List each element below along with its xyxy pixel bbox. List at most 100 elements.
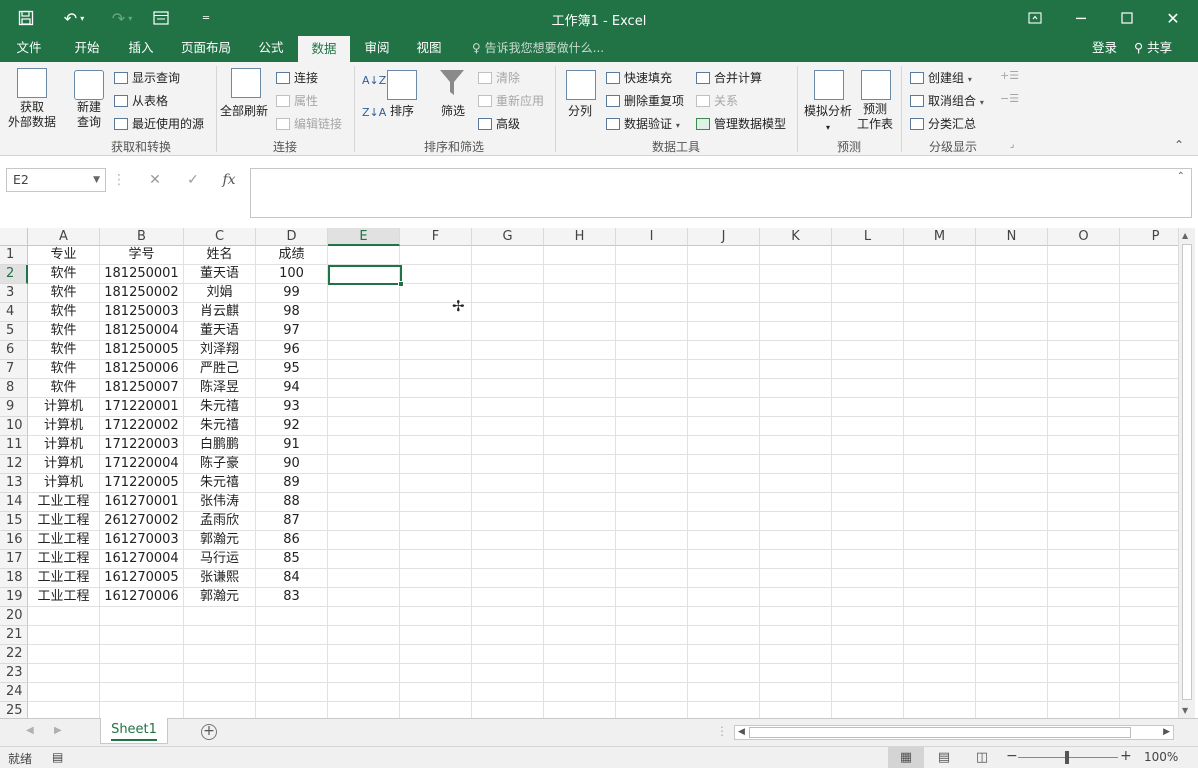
insert-function-icon[interactable]: fx [214, 168, 244, 192]
cell-o19[interactable] [1048, 588, 1120, 607]
cell-h24[interactable] [544, 683, 616, 702]
cell-o4[interactable] [1048, 303, 1120, 322]
cell-c13[interactable]: 朱元禧 [184, 474, 256, 493]
cell-f15[interactable] [400, 512, 472, 531]
cell-c11[interactable]: 白鹏鹏 [184, 436, 256, 455]
tab-data[interactable]: 数据 [298, 36, 350, 62]
cell-e24[interactable] [328, 683, 400, 702]
cell-b8[interactable]: 181250007 [100, 379, 184, 398]
cell-p14[interactable] [1120, 493, 1178, 512]
cell-k22[interactable] [760, 645, 832, 664]
cell-e18[interactable] [328, 569, 400, 588]
cell-h16[interactable] [544, 531, 616, 550]
cell-c25[interactable] [184, 702, 256, 718]
cell-o10[interactable] [1048, 417, 1120, 436]
cell-a3[interactable]: 软件 [28, 284, 100, 303]
cell-b9[interactable]: 171220001 [100, 398, 184, 417]
show-detail-icon[interactable]: +☰ [1000, 69, 1019, 82]
cell-d11[interactable]: 91 [256, 436, 328, 455]
cell-a8[interactable]: 软件 [28, 379, 100, 398]
column-header-m[interactable]: M [904, 228, 976, 246]
cell-k14[interactable] [760, 493, 832, 512]
cell-l19[interactable] [832, 588, 904, 607]
cell-i2[interactable] [616, 265, 688, 284]
sheet-tab-sheet1[interactable]: Sheet1 [100, 718, 168, 744]
cell-f16[interactable] [400, 531, 472, 550]
cell-n18[interactable] [976, 569, 1048, 588]
cell-f14[interactable] [400, 493, 472, 512]
cell-a22[interactable] [28, 645, 100, 664]
login-link[interactable]: 登录 [1092, 36, 1117, 60]
fill-handle[interactable] [398, 281, 404, 287]
cell-l23[interactable] [832, 664, 904, 683]
tell-me-box[interactable]: ♀ 告诉我您想要做什么... [472, 36, 604, 60]
cell-e23[interactable] [328, 664, 400, 683]
cell-n24[interactable] [976, 683, 1048, 702]
cell-n1[interactable] [976, 246, 1048, 265]
cell-g23[interactable] [472, 664, 544, 683]
cell-c12[interactable]: 陈子豪 [184, 455, 256, 474]
cell-o8[interactable] [1048, 379, 1120, 398]
cell-h15[interactable] [544, 512, 616, 531]
ungroup-button[interactable]: 取消组合 ▾ [910, 92, 984, 109]
cell-k6[interactable] [760, 341, 832, 360]
cell-i11[interactable] [616, 436, 688, 455]
cell-e9[interactable] [328, 398, 400, 417]
cell-a17[interactable]: 工业工程 [28, 550, 100, 569]
cell-p6[interactable] [1120, 341, 1178, 360]
cell-k1[interactable] [760, 246, 832, 265]
cell-a18[interactable]: 工业工程 [28, 569, 100, 588]
cell-d25[interactable] [256, 702, 328, 718]
cell-m1[interactable] [904, 246, 976, 265]
cell-p7[interactable] [1120, 360, 1178, 379]
cell-f25[interactable] [400, 702, 472, 718]
cell-c17[interactable]: 马行运 [184, 550, 256, 569]
cell-p11[interactable] [1120, 436, 1178, 455]
column-header-g[interactable]: G [472, 228, 544, 246]
cell-p16[interactable] [1120, 531, 1178, 550]
cell-j20[interactable] [688, 607, 760, 626]
cell-o23[interactable] [1048, 664, 1120, 683]
cell-b19[interactable]: 161270006 [100, 588, 184, 607]
cell-j8[interactable] [688, 379, 760, 398]
sort-asc-icon[interactable]: A↓Z [362, 74, 386, 87]
cell-l1[interactable] [832, 246, 904, 265]
cell-n7[interactable] [976, 360, 1048, 379]
cell-k2[interactable] [760, 265, 832, 284]
formula-input[interactable]: ⌃ [250, 168, 1192, 218]
tab-insert[interactable]: 插入 [118, 36, 164, 62]
cell-c7[interactable]: 严胜己 [184, 360, 256, 379]
cell-k8[interactable] [760, 379, 832, 398]
cell-f23[interactable] [400, 664, 472, 683]
cell-e1[interactable] [328, 246, 400, 265]
cell-b20[interactable] [100, 607, 184, 626]
cell-e6[interactable] [328, 341, 400, 360]
cell-j25[interactable] [688, 702, 760, 718]
row-header-15[interactable]: 15 [0, 512, 28, 531]
cell-i19[interactable] [616, 588, 688, 607]
close-icon[interactable]: ✕ [1150, 0, 1196, 36]
cell-j4[interactable] [688, 303, 760, 322]
column-header-i[interactable]: I [616, 228, 688, 246]
cell-k20[interactable] [760, 607, 832, 626]
cell-d12[interactable]: 90 [256, 455, 328, 474]
cell-n14[interactable] [976, 493, 1048, 512]
cell-p12[interactable] [1120, 455, 1178, 474]
cell-o1[interactable] [1048, 246, 1120, 265]
cell-l22[interactable] [832, 645, 904, 664]
share-button[interactable]: ⚲ 共享 [1134, 36, 1172, 60]
cell-d22[interactable] [256, 645, 328, 664]
cell-n21[interactable] [976, 626, 1048, 645]
cell-l8[interactable] [832, 379, 904, 398]
cell-n2[interactable] [976, 265, 1048, 284]
forecast-sheet-button[interactable]: 预测 工作表 [857, 102, 893, 132]
cell-i13[interactable] [616, 474, 688, 493]
sort-button[interactable]: 排序 [390, 102, 414, 119]
cell-h1[interactable] [544, 246, 616, 265]
cell-c6[interactable]: 刘泽翔 [184, 341, 256, 360]
cell-m7[interactable] [904, 360, 976, 379]
cell-b18[interactable]: 161270005 [100, 569, 184, 588]
cell-j23[interactable] [688, 664, 760, 683]
row-header-9[interactable]: 9 [0, 398, 28, 417]
hide-detail-icon[interactable]: −☰ [1000, 92, 1019, 105]
